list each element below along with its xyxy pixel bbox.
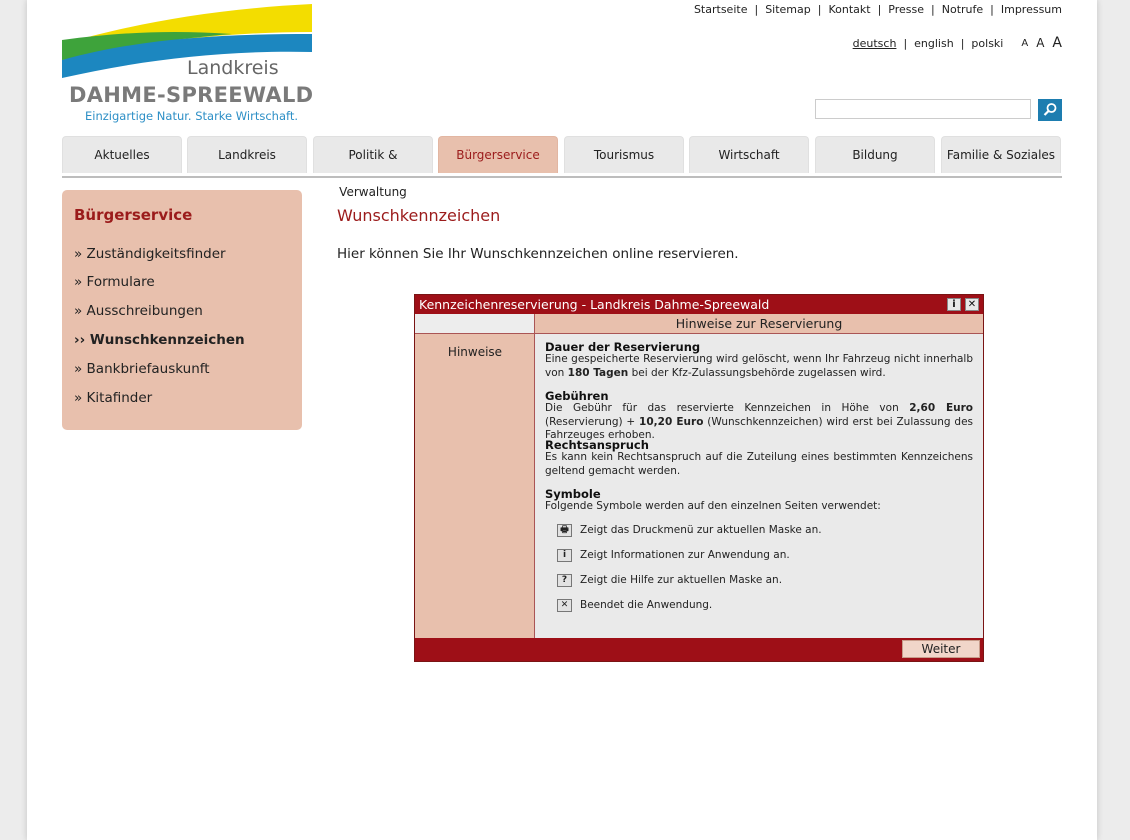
tab-tourismus[interactable]: Tourismus bbox=[564, 136, 684, 173]
section-title-symbole: Symbole bbox=[545, 487, 601, 501]
sidebar-item-formulare[interactable]: » Formulare bbox=[74, 274, 155, 290]
toplink-sitemap[interactable]: Sitemap bbox=[765, 3, 811, 16]
font-size-small[interactable]: A bbox=[1021, 38, 1028, 49]
sidebar-title: Bürgerservice bbox=[74, 206, 193, 224]
toplink-kontakt[interactable]: Kontakt bbox=[828, 3, 870, 16]
logo-district-name: DAHME-SPREEWALD bbox=[69, 83, 314, 107]
hinweise-nav-item[interactable]: Hinweise bbox=[415, 345, 535, 359]
page: Landkreis DAHME-SPREEWALD Einzigartige N… bbox=[27, 0, 1097, 840]
lang-polski[interactable]: polski bbox=[971, 37, 1003, 50]
symbol-text-info: Zeigt Informationen zur Anwendung an. bbox=[580, 549, 790, 561]
font-size-large[interactable]: A bbox=[1052, 35, 1062, 51]
toplink-notrufe[interactable]: Notrufe bbox=[942, 3, 983, 16]
toplink-presse[interactable]: Presse bbox=[888, 3, 924, 16]
symbol-text-help: Zeigt die Hilfe zur aktuellen Maske an. bbox=[580, 574, 783, 586]
search-input[interactable] bbox=[815, 99, 1031, 119]
close-icon[interactable]: ✕ bbox=[965, 298, 979, 311]
symbol-text-print: Zeigt das Druckmenü zur aktuellen Maske … bbox=[580, 524, 822, 536]
tab-wirtschaft[interactable]: Wirtschaft bbox=[689, 136, 809, 173]
toplink-startseite[interactable]: Startseite bbox=[694, 3, 748, 16]
info-icon: i bbox=[557, 549, 572, 562]
section-text-gebuehren: Die Gebühr für das reservierte Kennzeich… bbox=[545, 402, 973, 441]
search-icon bbox=[1043, 103, 1057, 116]
weiter-button[interactable]: Weiter bbox=[902, 640, 980, 658]
font-size-medium[interactable]: A bbox=[1036, 36, 1044, 50]
language-bar: deutsch | english | polski A A A bbox=[852, 35, 1062, 51]
window-body: Dauer der Reservierung Eine gespeicherte… bbox=[536, 334, 983, 638]
section-text-symbole: Folgende Symbole werden auf den einzelne… bbox=[545, 500, 881, 512]
window-titlebar: Kennzeichenreservierung - Landkreis Dahm… bbox=[415, 295, 983, 314]
lang-deutsch[interactable]: deutsch bbox=[853, 37, 897, 50]
info-icon[interactable]: i bbox=[947, 298, 961, 311]
window-title: Kennzeichenreservierung - Landkreis Dahm… bbox=[419, 297, 770, 312]
window-header: Hinweise zur Reservierung bbox=[535, 314, 983, 334]
section-title-rechtsanspruch: Rechtsanspruch bbox=[545, 438, 649, 452]
sidebar-item-bankbriefauskunft[interactable]: » Bankbriefauskunft bbox=[74, 361, 210, 377]
logo-slogan: Einzigartige Natur. Starke Wirtschaft. bbox=[85, 109, 298, 123]
section-text-dauer: Eine gespeicherte Reservierung wird gelö… bbox=[545, 353, 973, 379]
sidebar-item-zustaendigkeitsfinder[interactable]: » Zuständigkeitsfinder bbox=[74, 246, 226, 262]
logo[interactable]: Landkreis DAHME-SPREEWALD Einzigartige N… bbox=[62, 4, 314, 126]
toplink-impressum[interactable]: Impressum bbox=[1001, 3, 1062, 16]
intro-text: Hier können Sie Ihr Wunschkennzeichen on… bbox=[337, 246, 739, 262]
window-footer: Weiter bbox=[415, 638, 983, 661]
close-icon: ✕ bbox=[557, 599, 572, 612]
section-title-dauer: Dauer der Reservierung bbox=[545, 340, 701, 354]
search-button[interactable] bbox=[1038, 99, 1062, 121]
page-title: Wunschkennzeichen bbox=[337, 206, 501, 225]
section-title-gebuehren: Gebühren bbox=[545, 389, 609, 403]
symbol-text-close: Beendet die Anwendung. bbox=[580, 599, 713, 611]
reservation-window: Kennzeichenreservierung - Landkreis Dahm… bbox=[414, 294, 984, 662]
help-icon: ? bbox=[557, 574, 572, 587]
tab-familie-soziales[interactable]: Familie & Soziales bbox=[941, 136, 1061, 173]
top-links: Startseite | Sitemap | Kontakt | Presse | No… bbox=[693, 3, 1062, 16]
tab-landkreis[interactable]: Landkreis bbox=[187, 136, 307, 173]
window-left-header bbox=[415, 314, 535, 334]
main-nav: Aktuelles Landkreis Politik & Verwaltung… bbox=[62, 136, 1062, 199]
tab-politik-verwaltung[interactable]: Politik & Verwaltung bbox=[313, 136, 433, 199]
section-text-rechtsanspruch: Es kann kein Rechtsanspruch auf die Zute… bbox=[545, 451, 973, 477]
tab-bildung[interactable]: Bildung bbox=[815, 136, 935, 173]
tab-buergerservice[interactable]: Bürgerservice bbox=[438, 136, 558, 173]
printer-icon: 🖶 bbox=[557, 524, 572, 537]
lang-english[interactable]: english bbox=[914, 37, 954, 50]
sidebar: Bürgerservice » Zuständigkeitsfinder » F… bbox=[62, 190, 302, 430]
sidebar-item-kitafinder[interactable]: » Kitafinder bbox=[74, 390, 152, 406]
sidebar-item-wunschkennzeichen[interactable]: ›› Wunschkennzeichen bbox=[74, 332, 245, 348]
tab-aktuelles[interactable]: Aktuelles bbox=[62, 136, 182, 173]
window-left-panel: Hinweise bbox=[415, 334, 535, 638]
logo-landkreis-text: Landkreis bbox=[187, 57, 279, 79]
sidebar-item-ausschreibungen[interactable]: » Ausschreibungen bbox=[74, 303, 203, 319]
